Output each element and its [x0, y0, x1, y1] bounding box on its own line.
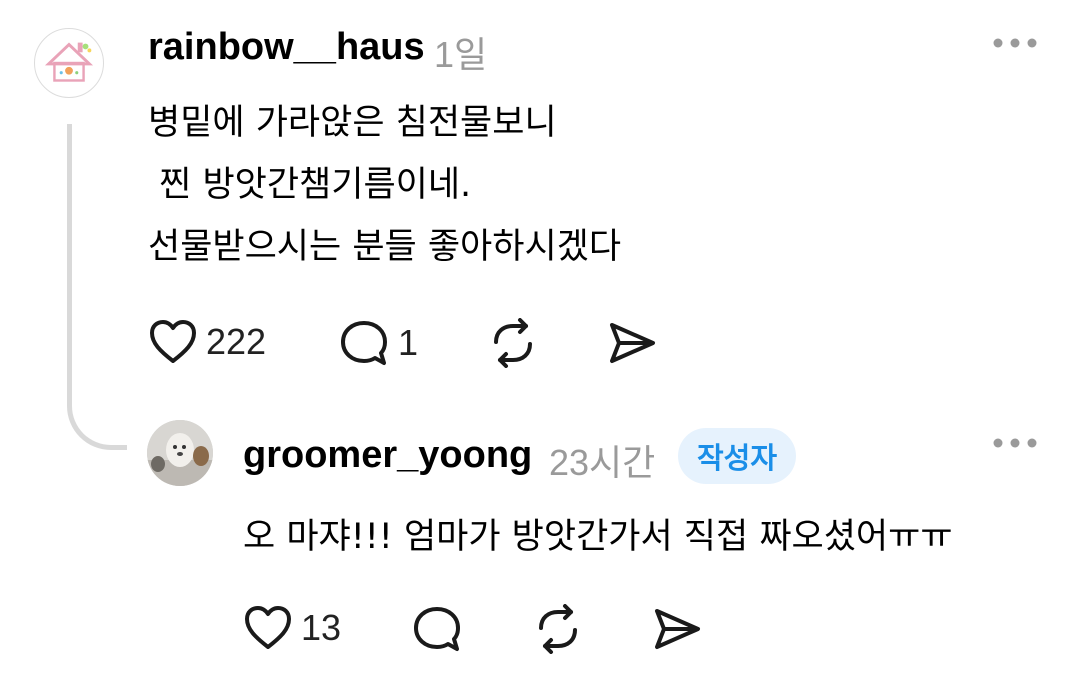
like-button[interactable]: 13 [243, 604, 341, 652]
repost-icon [494, 318, 532, 368]
avatar[interactable] [34, 28, 104, 98]
share-button[interactable] [651, 606, 703, 652]
post-line: 선물받으시는 분들 좋아하시겠다 [148, 227, 622, 267]
post-timestamp: 1일 [434, 34, 488, 75]
like-count: 222 [206, 321, 267, 362]
post-line: 찐 방앗간챔기름이네. [148, 165, 472, 205]
avatar[interactable] [147, 420, 213, 486]
like-count: 13 [301, 607, 342, 648]
reply-username[interactable]: groomer_yoong [243, 434, 532, 477]
like-button[interactable]: 222 [148, 318, 266, 366]
comment-count: 1 [398, 322, 419, 363]
reply-timestamp: 23시간 [549, 442, 656, 483]
comment-button[interactable]: 1 [338, 318, 418, 368]
heart-icon [245, 606, 291, 649]
author-badge: 작성자 [678, 428, 796, 484]
repost-icon [539, 604, 577, 654]
comment-bubble-icon [341, 321, 387, 365]
repost-button[interactable] [531, 604, 585, 654]
post-line: 병밑에 가라앉은 침전물보니 [148, 103, 557, 143]
threads-comment-view: rainbow__haus 1일 병밑에 가라앉은 침전물보니 찐 방앗간챔기름… [0, 0, 1080, 688]
thread-connector-line [67, 124, 127, 450]
send-icon [655, 609, 700, 649]
heart-icon [150, 320, 196, 363]
more-options-icon[interactable] [993, 436, 1037, 450]
send-icon [610, 323, 655, 363]
more-options-icon[interactable] [993, 36, 1037, 50]
post-body: 병밑에 가라앉은 침전물보니 찐 방앗간챔기름이네. 선물받으시는 분들 좋아하시… [148, 92, 621, 278]
house-logo-avatar [44, 42, 94, 82]
share-button[interactable] [606, 320, 658, 366]
reply-body: 오 마쟈!!! 엄마가 방앗간가서 직접 짜오셨어ㅠㅠ [243, 517, 953, 557]
comment-button[interactable] [411, 604, 463, 654]
dog-photo-avatar [147, 420, 213, 486]
post-username[interactable]: rainbow__haus [148, 26, 425, 69]
repost-button[interactable] [486, 318, 540, 368]
comment-bubble-icon [414, 607, 460, 651]
